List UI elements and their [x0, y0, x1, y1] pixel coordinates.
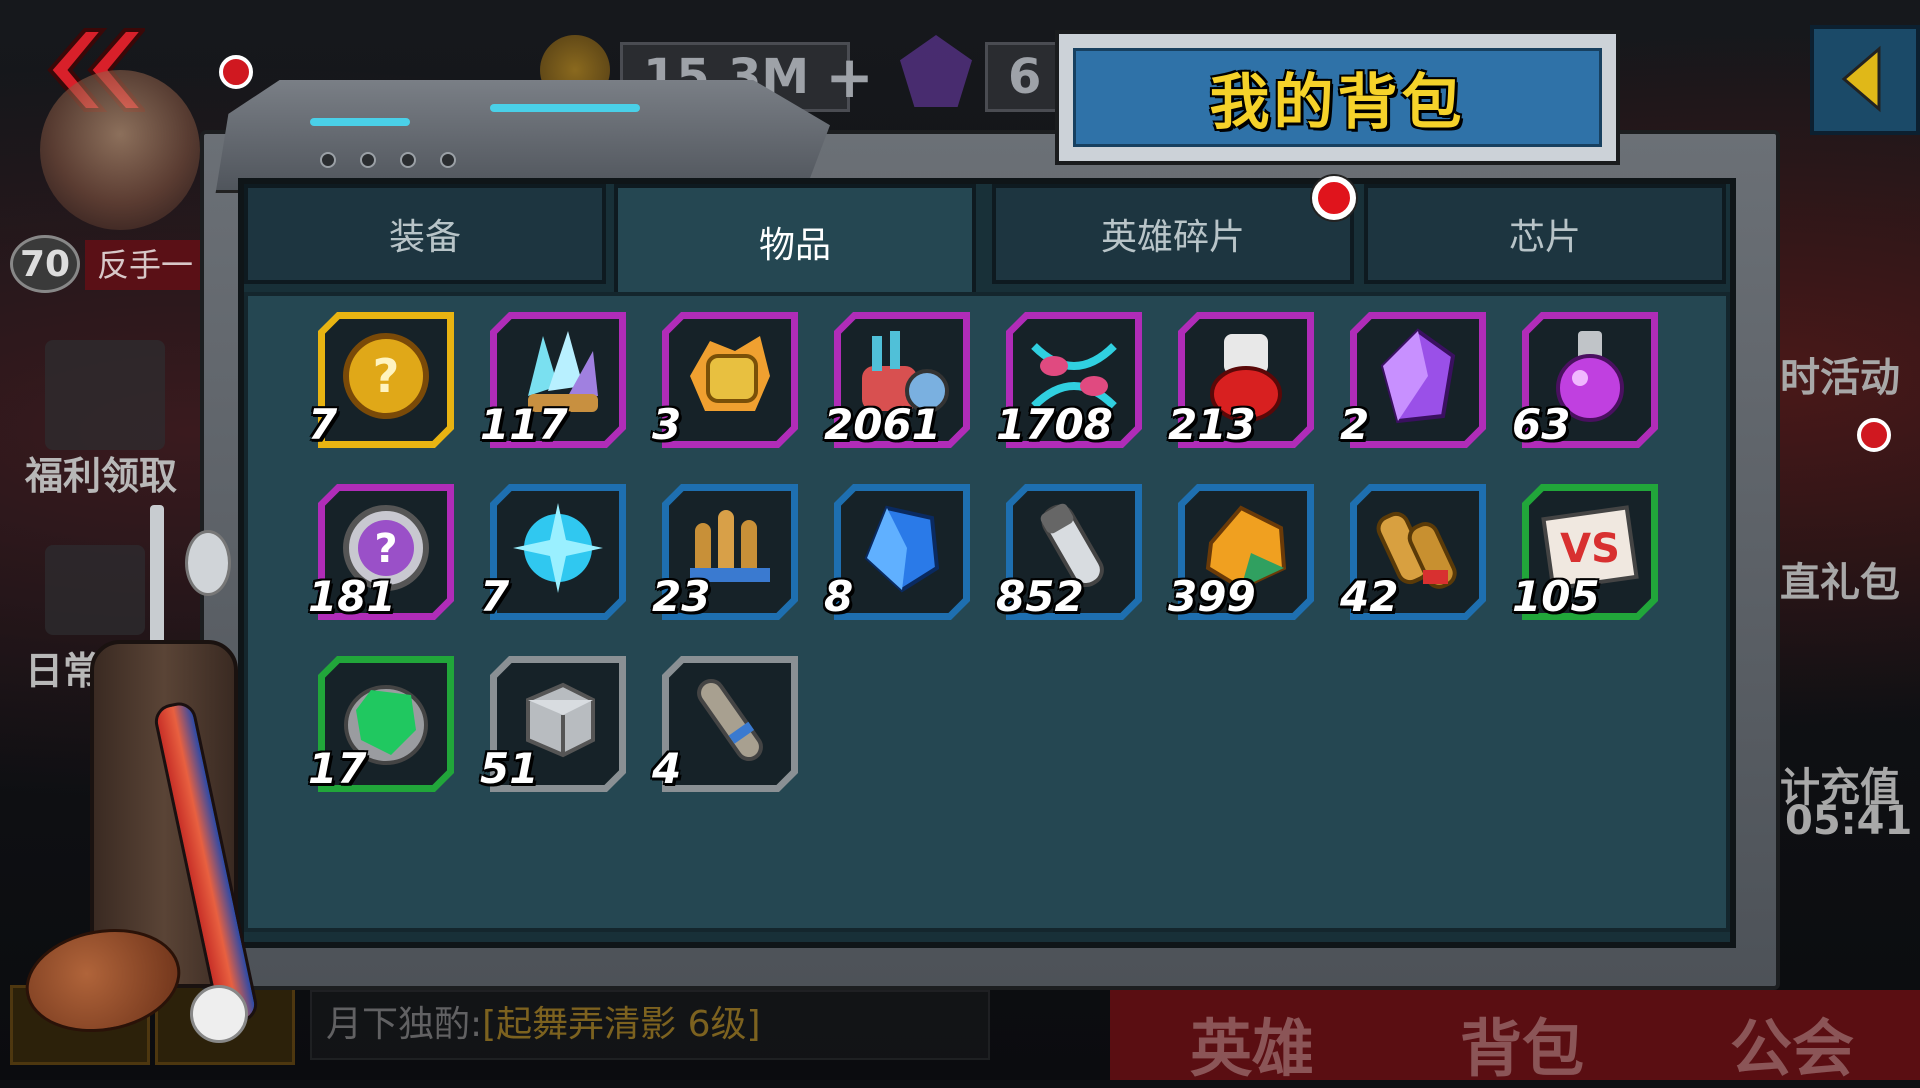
- player-level: 70: [10, 235, 80, 293]
- player-name: 反手一: [85, 240, 207, 290]
- item-count: 17: [308, 744, 367, 793]
- svg-text:?: ?: [373, 349, 400, 403]
- item-count: 181: [308, 572, 396, 621]
- chat-guild-tag: [起舞弄清影 6级]: [482, 1004, 761, 1045]
- nav-guild[interactable]: 公会: [1730, 998, 1854, 1088]
- tab-items[interactable]: 物品: [614, 184, 976, 296]
- panel-rivet: [320, 152, 336, 168]
- nav-heroes[interactable]: 英雄: [1190, 998, 1314, 1088]
- panel-rivet: [400, 152, 416, 168]
- item-count: 42: [1340, 572, 1399, 621]
- chat-sender: 月下独酌:: [326, 1004, 483, 1045]
- inventory-slot[interactable]: [662, 312, 798, 448]
- item-count: 117: [480, 400, 568, 449]
- tab-bar: 装备 物品 英雄碎片 芯片: [244, 184, 1730, 296]
- inventory-slot[interactable]: ?: [318, 312, 454, 448]
- panel-light: [490, 104, 640, 112]
- item-count: 51: [480, 744, 539, 793]
- avatar-notification-dot: [219, 55, 253, 89]
- item-count: 105: [1512, 572, 1600, 621]
- chat-bar[interactable]: 月下独酌:[起舞弄清影 6级]: [310, 990, 990, 1060]
- tab-chips[interactable]: 芯片: [1364, 184, 1726, 284]
- welfare-icon[interactable]: [45, 340, 165, 450]
- hero-shards-notification-dot: [1312, 176, 1356, 220]
- tab-equipment[interactable]: 装备: [244, 184, 606, 284]
- inventory-slot[interactable]: [1350, 312, 1486, 448]
- item-count: 8: [824, 572, 854, 621]
- gold-add-button[interactable]: +: [825, 43, 874, 111]
- tab-equipment-label: 装备: [388, 217, 461, 258]
- daily-icon[interactable]: [45, 545, 145, 635]
- page-title: 我的背包: [1209, 68, 1466, 138]
- player-avatar[interactable]: [40, 70, 200, 230]
- title-inner: 我的背包: [1073, 48, 1602, 147]
- inventory-slot[interactable]: [834, 484, 970, 620]
- item-count: 1708: [996, 400, 1113, 449]
- recharge-timer: 05:41: [1785, 798, 1913, 844]
- item-count: 3: [652, 400, 682, 449]
- item-count: 213: [1168, 400, 1256, 449]
- svg-text:VS: VS: [1560, 526, 1620, 572]
- tab-hero-shards-label: 英雄碎片: [1100, 217, 1245, 258]
- golden-fist-icon: [690, 336, 770, 411]
- blue-snowflake-icon: [513, 503, 603, 593]
- tab-chips-label: 芯片: [1508, 217, 1581, 258]
- svg-text:?: ?: [374, 526, 397, 572]
- item-count: 852: [996, 572, 1084, 621]
- item-count: 4: [652, 744, 682, 793]
- nav-backpack[interactable]: 背包: [1460, 998, 1584, 1088]
- item-count: 7: [480, 572, 510, 621]
- gift-pack-label[interactable]: 直礼包: [1780, 550, 1900, 608]
- gift-notification-dot: [1857, 418, 1891, 452]
- panel-rivet: [440, 152, 456, 168]
- item-count: 7: [308, 400, 338, 449]
- panel-rivet: [360, 152, 376, 168]
- title-plate: 我的背包: [1055, 30, 1620, 165]
- welfare-label[interactable]: 福利领取: [25, 445, 177, 500]
- inventory-slot[interactable]: [490, 484, 626, 620]
- item-count: 63: [1512, 400, 1571, 449]
- bottom-nav: 英雄 背包 公会: [1110, 990, 1920, 1085]
- items-grid: [244, 292, 1730, 932]
- fork-prop: [150, 505, 164, 655]
- item-count: 23: [652, 572, 711, 621]
- event-label[interactable]: 时活动: [1780, 345, 1900, 403]
- item-count: 2: [1340, 400, 1370, 449]
- blue-crystal-icon: [864, 505, 940, 593]
- panel-hardware: [215, 80, 830, 193]
- rolled-scroll-icon: [697, 678, 763, 762]
- item-count: 2061: [824, 400, 941, 449]
- right-menu-toggle-button[interactable]: [1810, 25, 1920, 135]
- tab-items-label: 物品: [758, 225, 831, 266]
- tab-hero-shards[interactable]: 英雄碎片: [992, 184, 1354, 284]
- gem-amount: 6: [1008, 49, 1042, 105]
- arrow-left-icon: [1841, 45, 1881, 113]
- item-count: 399: [1168, 572, 1256, 621]
- spoon-prop: [185, 530, 231, 596]
- purple-gem-icon: [1380, 328, 1456, 424]
- baseball-prop: [190, 985, 248, 1043]
- inventory-slot[interactable]: [662, 656, 798, 792]
- mystery-coin-icon: ?: [343, 333, 429, 419]
- panel-light: [310, 118, 410, 126]
